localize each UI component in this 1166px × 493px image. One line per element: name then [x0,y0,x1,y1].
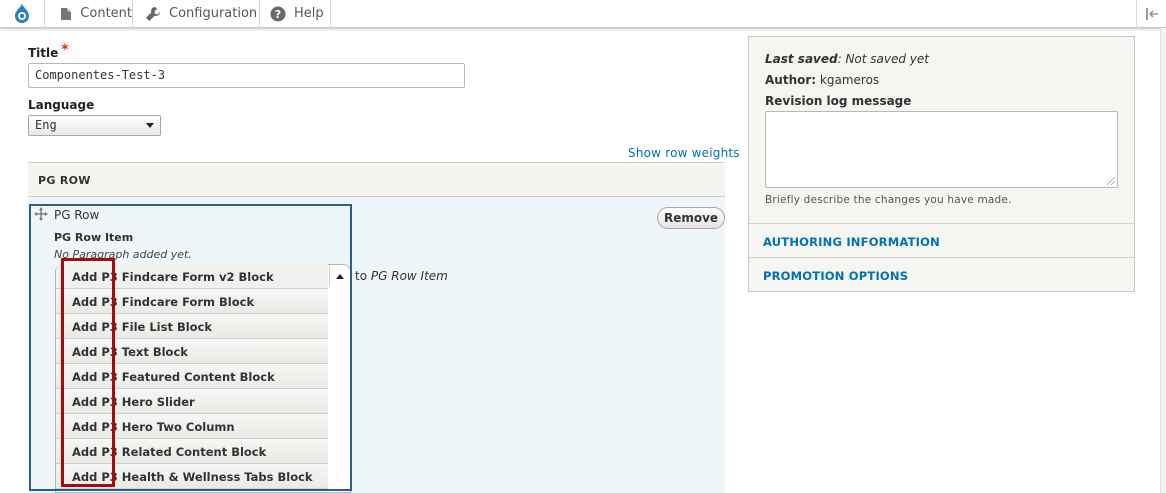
drupal-drop-icon[interactable] [0,0,44,27]
toolbar-configuration[interactable]: Configuration [132,0,259,27]
resize-grip-icon[interactable] [1107,177,1115,185]
promotion-options-section[interactable]: PROMOTION OPTIONS [749,257,1134,291]
help-icon: ? [270,6,286,22]
toolbar-content-label: Content [80,6,132,21]
last-saved-label: Last saved [765,52,838,66]
show-row-weights-link[interactable]: Show row weights [628,146,740,160]
wrench-icon [145,6,161,22]
language-select-value: Eng [35,118,57,132]
toolbar-help[interactable]: ? Help [259,0,331,27]
annotation-red-box [61,258,115,487]
add-to-prefix: to [355,269,368,283]
remove-button[interactable]: Remove [657,207,725,229]
sidebar-collapse-icon[interactable] [1136,0,1166,27]
pg-row-field-title: PG ROW [38,174,91,187]
author-value: kgameros [819,73,880,87]
last-saved-line: Last saved: Not saved yet [765,52,929,66]
add-to-target: PG Row Item [370,269,448,283]
language-select[interactable]: Eng [28,115,161,136]
required-marker: * [61,42,69,58]
promotion-options-title: PROMOTION OPTIONS [763,269,909,283]
title-label-text: Title [28,46,59,60]
page-icon [59,6,72,22]
authoring-information-section[interactable]: AUTHORING INFORMATION [749,223,1134,257]
title-input[interactable]: Componentes-Test-3 [28,63,465,88]
svg-text:?: ? [275,8,281,21]
author-line: Author: kgameros [765,73,879,87]
title-label: Title * [28,42,69,61]
language-label: Language [28,98,95,112]
chevron-down-icon [146,123,154,128]
revision-log-label: Revision log message [765,94,912,108]
revision-log-textarea[interactable] [765,111,1118,188]
last-saved-value: : Not saved yet [837,52,929,66]
authoring-information-title: AUTHORING INFORMATION [763,235,940,249]
toolbar-help-label: Help [294,6,324,21]
pg-row-field-header: PG ROW [28,162,725,197]
admin-toolbar: Content Configuration ? Help [0,0,1166,28]
add-to-text: to PG Row Item [355,269,448,283]
toolbar-configuration-label: Configuration [169,6,258,21]
toolbar-content[interactable]: Content [44,0,132,27]
page-scrollbar[interactable] [1160,28,1166,493]
author-label: Author: [765,73,817,87]
revision-log-description: Briefly describe the changes you have ma… [765,194,1012,206]
